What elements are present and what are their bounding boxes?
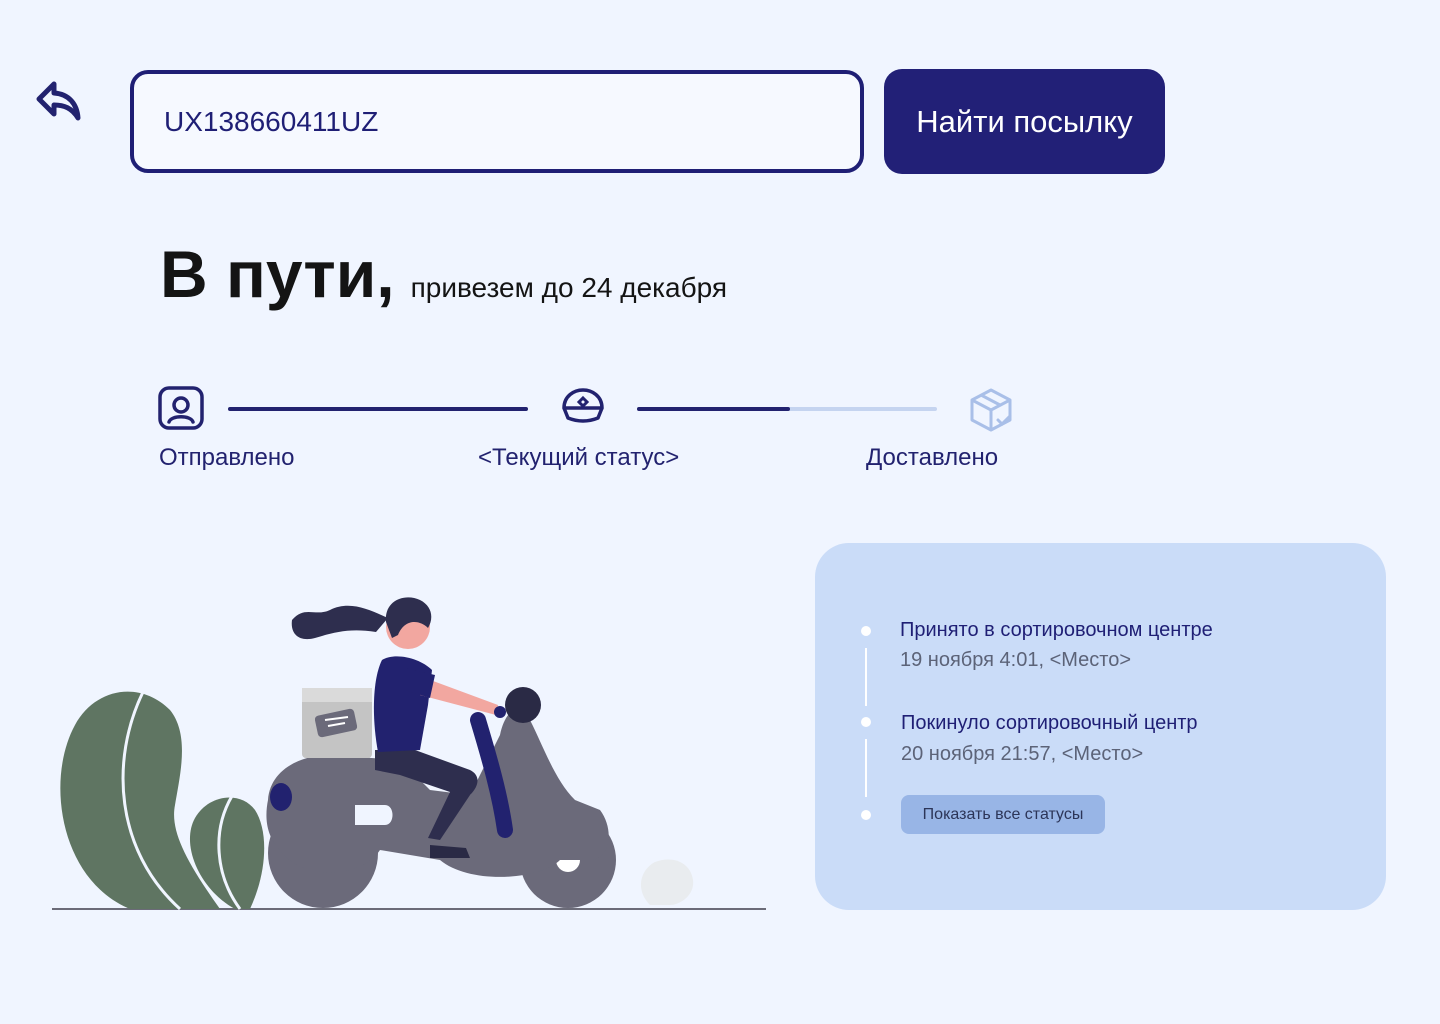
status-heading: В пути, привезем до 24 декабря <box>160 236 727 312</box>
courier-cap-icon <box>562 388 604 423</box>
timeline-dot <box>861 717 871 727</box>
tracking-number-input[interactable] <box>130 70 864 173</box>
event-title: Принято в сортировочном центре <box>900 619 1213 641</box>
step-label-current: <Текущий статус> <box>478 444 680 471</box>
courier-scooter-illustration <box>52 597 766 911</box>
show-all-statuses-button[interactable]: Показать все статусы <box>901 795 1105 834</box>
back-arrow-icon <box>36 81 81 121</box>
box-check-icon <box>970 388 1012 432</box>
timeline-dot <box>861 810 871 820</box>
status-history-card: Принято в сортировочном центре 19 ноября… <box>815 543 1386 910</box>
step-label-sent: Отправлено <box>159 444 295 471</box>
find-parcel-button[interactable]: Найти посылку <box>884 69 1165 174</box>
timeline-dot <box>861 626 871 636</box>
delivery-estimate: привезем до 24 декабря <box>410 272 728 303</box>
back-button[interactable] <box>32 76 86 126</box>
timeline-line <box>865 739 867 797</box>
timeline-line <box>865 648 867 706</box>
status-title: В пути, <box>160 237 395 311</box>
event-meta: 19 ноября 4:01, <Место> <box>900 649 1132 671</box>
event-title: Покинуло сортировочный центр <box>901 712 1198 734</box>
event-meta: 20 ноября 21:57, <Место> <box>901 743 1144 765</box>
step-label-delivered: Доставлено <box>866 444 999 471</box>
user-badge-icon <box>158 386 204 430</box>
progress-segment-1 <box>228 407 528 411</box>
progress-segment-2-fill <box>637 407 790 411</box>
